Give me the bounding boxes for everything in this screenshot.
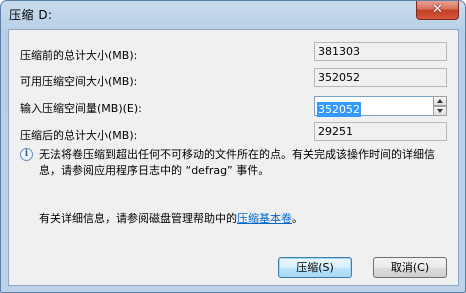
help-detail-prefix: 有关详细信息，请参阅磁盘管理帮助中的 — [39, 212, 237, 225]
available-space-value: 352052 — [314, 68, 447, 87]
shrink-dialog-window: 压缩 D: ✕ 压缩前的总计大小(MB): 381303 可用压缩空间大小(MB… — [0, 0, 466, 293]
close-button[interactable]: ✕ — [416, 1, 459, 20]
window-title: 压缩 D: — [9, 8, 53, 22]
shrink-amount-selected-text: 352052 — [317, 102, 361, 117]
shrink-amount-label: 输入压缩空间量(MB)(E): — [20, 102, 142, 115]
cancel-button[interactable]: 取消(C) — [373, 257, 447, 278]
total-after-value: 29251 — [314, 122, 447, 141]
help-detail-line: 有关详细信息，请参阅磁盘管理帮助中的压缩基本卷。 — [39, 210, 303, 226]
arrow-down-icon — [437, 109, 443, 113]
spin-down-button[interactable] — [433, 106, 447, 116]
shrink-button[interactable]: 压缩(S) — [278, 257, 352, 278]
info-message: 无法将卷压缩到超出任何不可移动的文件所在的点。有关完成该操作时间的详细信息，请参… — [39, 148, 435, 177]
shrink-basic-volume-link[interactable]: 压缩基本卷 — [237, 212, 292, 225]
title-bar[interactable]: 压缩 D: ✕ — [1, 1, 465, 29]
shrink-amount-input[interactable]: 352052 — [314, 96, 434, 117]
shrink-amount-spinner[interactable] — [433, 96, 447, 116]
arrow-up-icon — [437, 99, 443, 103]
info-icon: i — [20, 148, 33, 161]
available-space-label: 可用压缩空间大小(MB): — [20, 75, 138, 88]
total-before-label: 压缩前的总计大小(MB): — [20, 49, 138, 62]
spin-up-button[interactable] — [433, 96, 447, 106]
total-before-value: 381303 — [314, 42, 447, 61]
total-after-label: 压缩后的总计大小(MB): — [20, 129, 138, 142]
close-icon: ✕ — [432, 2, 443, 17]
help-detail-suffix: 。 — [292, 212, 303, 225]
dialog-body: 压缩前的总计大小(MB): 381303 可用压缩空间大小(MB): 35205… — [8, 29, 459, 286]
